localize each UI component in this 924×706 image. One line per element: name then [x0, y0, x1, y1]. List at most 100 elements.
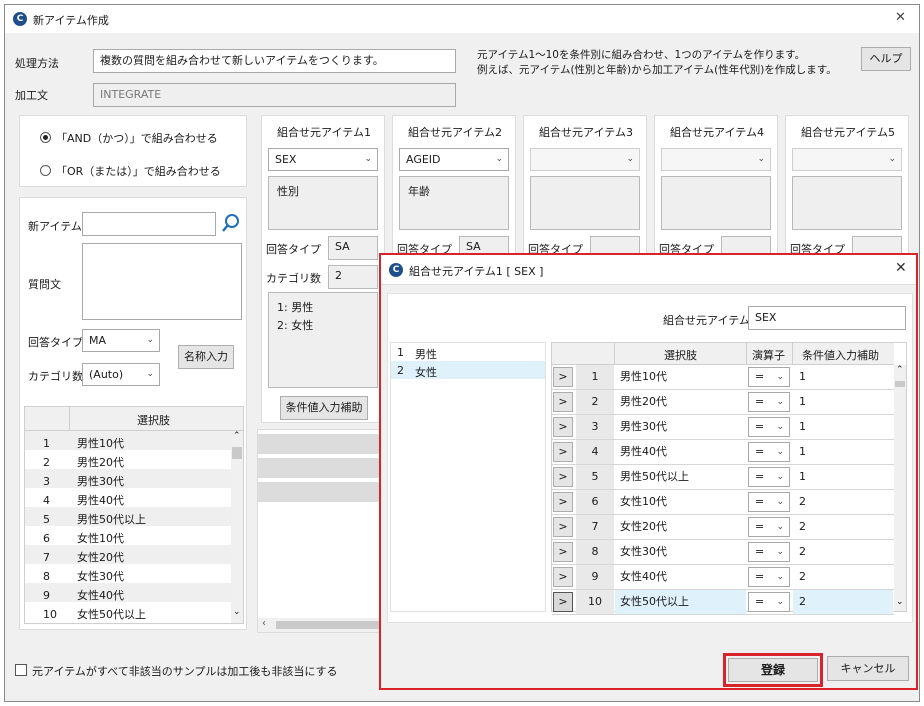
- row-condition-value[interactable]: 1: [793, 465, 893, 489]
- table-row[interactable]: 6 女性10代: [25, 526, 231, 545]
- row-select-button[interactable]: >: [553, 492, 573, 512]
- table-row[interactable]: 2 男性20代: [25, 450, 231, 469]
- row-choice: 女性40代: [620, 570, 667, 583]
- row-condition-value[interactable]: 2: [793, 565, 893, 589]
- scroll-thumb[interactable]: [232, 447, 242, 459]
- scroll-left-icon[interactable]: ‹: [262, 618, 266, 629]
- operator-select[interactable]: = ⌄: [748, 367, 790, 387]
- help-button[interactable]: ヘルプ: [861, 47, 911, 71]
- row-select-button[interactable]: >: [553, 367, 573, 387]
- table-row[interactable]: >6 女性10代 = ⌄ 2: [552, 490, 894, 515]
- row-select-button[interactable]: >: [553, 442, 573, 462]
- table-row[interactable]: >9 女性40代 = ⌄ 2: [552, 565, 894, 590]
- operator-select[interactable]: = ⌄: [748, 592, 790, 612]
- source-item-dialog: C 組合せ元アイテム1 [ SEX ] ✕ 組合せ元アイテム1 SEX 1 男性 2…: [379, 253, 918, 690]
- scroll-thumb[interactable]: [895, 381, 905, 387]
- source-item-column-1: 組合せ元アイテム1 SEX ⌄ 性別 回答タイプ SA カテゴリ数 2 1: 男性 2: 女性 条件…: [261, 115, 385, 423]
- table-row[interactable]: 10 女性50代以上: [25, 602, 231, 621]
- category-count-select[interactable]: (Auto) ⌄: [82, 363, 160, 386]
- table-row[interactable]: >2 男性20代 = ⌄ 1: [552, 390, 894, 415]
- question-textarea[interactable]: [82, 243, 242, 320]
- table-row[interactable]: >4 男性40代 = ⌄ 1: [552, 440, 894, 465]
- cancel-button[interactable]: キャンセル: [827, 656, 909, 681]
- answer-type-select[interactable]: MA ⌄: [82, 329, 160, 352]
- row-condition-value[interactable]: 1: [793, 415, 893, 439]
- row-condition-value[interactable]: 2: [793, 540, 893, 564]
- source-item-select[interactable]: SEX ⌄: [268, 148, 378, 171]
- row-condition-value[interactable]: 2: [793, 515, 893, 539]
- name-input-button[interactable]: 名称入力: [178, 345, 234, 369]
- row-number: 10: [576, 590, 614, 614]
- choices-scrollbar[interactable]: ⌃ ⌄: [231, 431, 243, 623]
- row-select-button[interactable]: >: [553, 517, 573, 537]
- table-row[interactable]: 7 女性20代: [25, 545, 231, 564]
- table-row[interactable]: >3 男性30代 = ⌄ 1: [552, 415, 894, 440]
- source-item-select[interactable]: ⌄: [661, 148, 771, 171]
- or-radio[interactable]: [40, 165, 51, 176]
- operator-select[interactable]: = ⌄: [748, 567, 790, 587]
- operator-select[interactable]: = ⌄: [748, 492, 790, 512]
- source-answer-type: SA: [328, 236, 378, 260]
- table-row[interactable]: >8 女性30代 = ⌄ 2: [552, 540, 894, 565]
- row-condition-value[interactable]: 1: [793, 365, 893, 389]
- scroll-down-icon[interactable]: ⌄: [233, 607, 241, 617]
- row-select-button[interactable]: >: [553, 567, 573, 587]
- nonapplicable-checkbox[interactable]: [15, 664, 27, 676]
- row-select-button[interactable]: >: [553, 467, 573, 487]
- table-row[interactable]: 9 女性40代: [25, 583, 231, 602]
- dialog-title-bar: C 組合せ元アイテム1 [ SEX ] ✕: [381, 255, 916, 285]
- dialog-close-icon[interactable]: ✕: [895, 260, 907, 276]
- row-select-button[interactable]: >: [553, 592, 573, 612]
- row-condition-value[interactable]: 2: [793, 590, 893, 614]
- table-row[interactable]: 1 男性10代: [25, 431, 231, 450]
- operator-select[interactable]: = ⌄: [748, 417, 790, 437]
- operator-select[interactable]: = ⌄: [748, 517, 790, 537]
- description-line-1: 元アイテム1〜10を条件別に組み合わせ、1つのアイテムを作ります。: [477, 49, 806, 61]
- row-select-button[interactable]: >: [553, 392, 573, 412]
- row-select-button[interactable]: >: [553, 542, 573, 562]
- table-row[interactable]: 8 女性30代: [25, 564, 231, 583]
- dialog-grid-scrollbar[interactable]: ⌃ ⌄: [894, 365, 906, 611]
- combine-mode-panel: 「AND（かつ）」で組み合わせる 「OR（または）」で組み合わせる: [19, 115, 247, 187]
- operator-select[interactable]: = ⌄: [748, 467, 790, 487]
- horizontal-scrollbar[interactable]: ‹: [258, 618, 386, 632]
- or-radio-label[interactable]: 「OR（または）」で組み合わせる: [56, 163, 221, 179]
- scroll-down-icon[interactable]: ⌄: [896, 597, 904, 607]
- row-condition-value[interactable]: 2: [793, 490, 893, 514]
- assist-button[interactable]: 条件値入力補助: [280, 396, 368, 420]
- source-item-select[interactable]: ⌄: [792, 148, 902, 171]
- row-condition-value[interactable]: 1: [793, 390, 893, 414]
- scroll-thumb[interactable]: [276, 621, 384, 629]
- scroll-up-icon[interactable]: ⌃: [896, 365, 904, 375]
- table-row[interactable]: >10 女性50代以上 = ⌄ 2: [552, 590, 894, 615]
- chevron-down-icon: ⌄: [888, 154, 896, 164]
- nonapplicable-label[interactable]: 元アイテムがすべて非該当のサンプルは加工後も非該当にする: [32, 663, 337, 679]
- row-select-button[interactable]: >: [553, 417, 573, 437]
- grid-preview-area: ‹: [257, 429, 387, 633]
- row-number: 2: [576, 390, 614, 414]
- operator-select[interactable]: = ⌄: [748, 542, 790, 562]
- source-item-select[interactable]: AGEID ⌄: [399, 148, 509, 171]
- window-close-icon[interactable]: ✕: [895, 10, 906, 25]
- register-button[interactable]: 登録: [728, 658, 818, 682]
- and-radio-label[interactable]: 「AND（かつ）」で組み合わせる: [56, 130, 218, 146]
- search-icon[interactable]: [220, 212, 242, 234]
- table-row[interactable]: 4 男性40代: [25, 488, 231, 507]
- list-item[interactable]: 2 女性: [391, 361, 545, 379]
- source-item-select[interactable]: ⌄: [530, 148, 640, 171]
- table-row[interactable]: 3 男性30代: [25, 469, 231, 488]
- table-row[interactable]: >5 男性50代以上 = ⌄ 1: [552, 465, 894, 490]
- operator-select[interactable]: = ⌄: [748, 442, 790, 462]
- app-logo-icon: C: [389, 263, 403, 277]
- table-row[interactable]: >7 女性20代 = ⌄ 2: [552, 515, 894, 540]
- operator-value: =: [755, 470, 765, 483]
- scroll-up-icon[interactable]: ⌃: [233, 431, 241, 441]
- table-row[interactable]: >1 男性10代 = ⌄ 1: [552, 365, 894, 390]
- and-radio[interactable]: [40, 132, 51, 143]
- row-condition-value[interactable]: 1: [793, 440, 893, 464]
- operator-select[interactable]: = ⌄: [748, 392, 790, 412]
- list-item[interactable]: 1 男性: [391, 343, 545, 361]
- new-item-input[interactable]: [82, 212, 216, 236]
- table-row[interactable]: 5 男性50代以上: [25, 507, 231, 526]
- chevron-down-icon: ⌄: [776, 572, 784, 582]
